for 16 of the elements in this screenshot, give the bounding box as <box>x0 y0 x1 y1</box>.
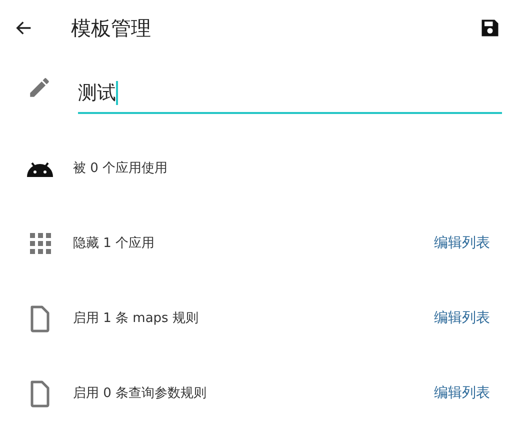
row-label: 被 0 个应用使用 <box>73 160 168 178</box>
edit-list-button[interactable]: 编辑列表 <box>434 233 490 254</box>
file-icon <box>30 380 50 408</box>
row-label: 启用 1 条 maps 规则 <box>73 310 198 328</box>
android-icon <box>26 160 54 176</box>
row-label: 启用 0 条查询参数规则 <box>73 384 207 403</box>
file-icon <box>30 304 50 332</box>
edit-list-button[interactable]: 编辑列表 <box>434 383 490 404</box>
name-input-field[interactable]: 测试 <box>78 74 502 114</box>
row-label: 隐藏 1 个应用 <box>73 234 155 253</box>
edit-list-button[interactable]: 编辑列表 <box>434 308 490 329</box>
save-icon <box>479 17 501 39</box>
pencil-icon <box>27 75 52 100</box>
app-bar-title: 模板管理 <box>71 15 151 42</box>
text-cursor <box>116 81 118 105</box>
grid-icon <box>30 233 50 254</box>
